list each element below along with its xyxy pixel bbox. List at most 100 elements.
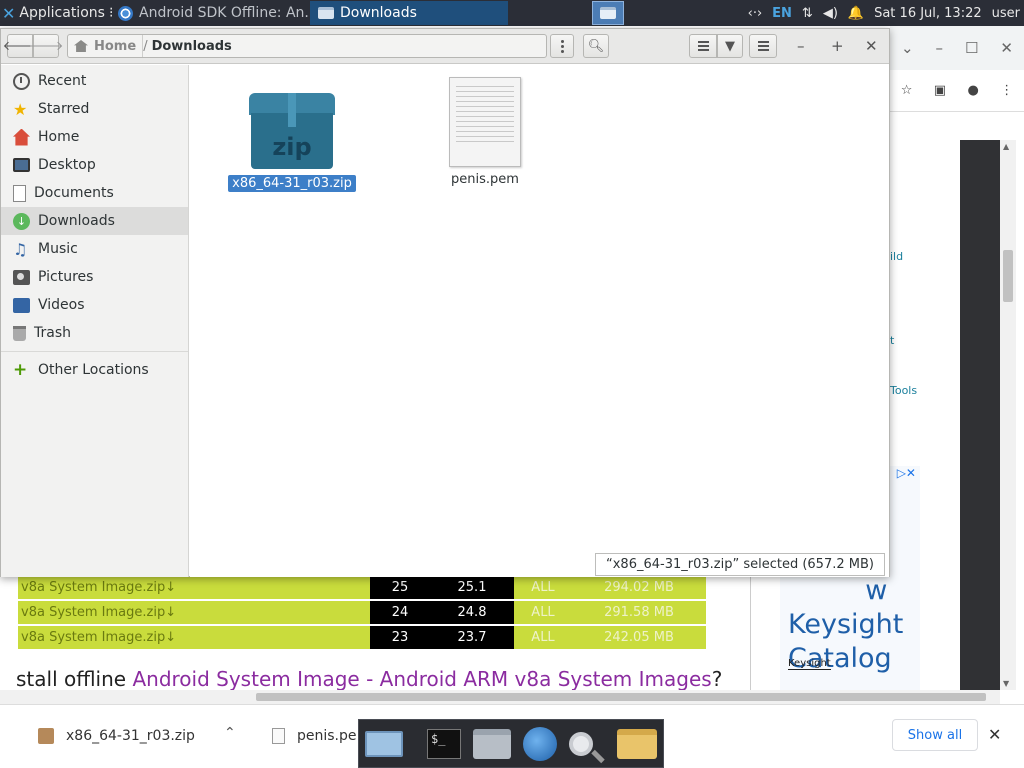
ad-choices-icon[interactable]: ▷✕: [897, 466, 916, 480]
minimize-button[interactable]: –: [797, 37, 805, 55]
show-desktop-button[interactable]: [592, 1, 624, 25]
size: 291.58 MB: [572, 601, 706, 624]
more-menu-icon[interactable]: ⋮: [1000, 83, 1013, 98]
sidebar-item-other-locations[interactable]: + Other Locations: [1, 356, 188, 384]
chevron-down-icon: ▼: [725, 38, 735, 54]
sidebar-item-label: Trash: [34, 325, 71, 341]
browser-toolbar: ☆ ▣ ● ⋮: [890, 70, 1024, 112]
sidebar-item-documents[interactable]: Documents: [1, 179, 188, 207]
sidebar-item-label: Recent: [38, 73, 87, 89]
star-icon[interactable]: ☆: [901, 83, 913, 98]
camera-icon: [13, 269, 30, 285]
film-icon: [13, 297, 30, 313]
dock-file-manager[interactable]: [473, 724, 511, 764]
sidebar-item-videos[interactable]: Videos: [1, 291, 188, 319]
forward-button[interactable]: 🡒: [29, 34, 63, 58]
file-manager-window: 🡐 🡒 Home / Downloads 🔍︎ ▼ – + ✕ Recent ★…: [0, 28, 890, 577]
download-item[interactable]: penis.pe: [272, 719, 357, 753]
profile-icon[interactable]: ●: [968, 83, 979, 98]
scroll-up-icon[interactable]: ▲: [1003, 142, 1009, 151]
taskbar-item-browser[interactable]: Android SDK Offline: An...: [110, 1, 308, 25]
archive-icon: zip: [249, 93, 335, 171]
applications-label: Applications: [19, 5, 105, 21]
network-icon[interactable]: ⇅: [802, 6, 813, 21]
dock-terminal[interactable]: $_: [427, 724, 461, 764]
sidebar-item-starred[interactable]: ★ Starred: [1, 95, 188, 123]
path-menu-button[interactable]: [550, 34, 574, 58]
sidebar-item-pictures[interactable]: Pictures: [1, 263, 188, 291]
sidebar-item-home[interactable]: Home: [1, 123, 188, 151]
sidebar-item-music[interactable]: ♫ Music: [1, 235, 188, 263]
dock-app-finder[interactable]: [569, 724, 593, 764]
code-icon[interactable]: ‹·›: [748, 6, 763, 21]
file-link[interactable]: v8a System Image.zip↓: [18, 626, 370, 649]
volume-icon[interactable]: ◀): [823, 6, 838, 21]
file-icon: [272, 728, 285, 744]
chevron-up-icon[interactable]: ⌃: [224, 725, 236, 741]
taskbar-item-label: Android SDK Offline: An...: [139, 5, 308, 21]
plus-icon: +: [13, 359, 28, 380]
path-home-button[interactable]: Home: [68, 35, 144, 57]
list-view-button[interactable]: [689, 34, 717, 58]
user-menu[interactable]: user: [992, 6, 1020, 21]
path-current-button[interactable]: Downloads: [148, 39, 236, 54]
minimize-icon[interactable]: –: [936, 39, 944, 57]
keyboard-layout[interactable]: EN: [772, 6, 792, 21]
folder-icon: [318, 7, 334, 19]
download-item[interactable]: x86_64-31_r03.zip: [38, 719, 195, 753]
dock-folder[interactable]: [617, 724, 657, 764]
file-view[interactable]: zip x86_64-31_r03.zip penis.pem: [190, 65, 889, 577]
close-icon[interactable]: ✕: [988, 725, 1001, 744]
scrollbar-thumb[interactable]: [1003, 250, 1013, 302]
system-image-link[interactable]: Android System Image - Android ARM v8a S…: [132, 667, 711, 691]
hamburger-icon: [757, 41, 769, 51]
monitor-icon: [365, 730, 403, 757]
clock[interactable]: Sat 16 Jul, 13:22: [874, 6, 982, 21]
maximize-icon[interactable]: ☐: [965, 39, 978, 57]
main-menu-button[interactable]: [749, 34, 777, 58]
arch: ALL: [514, 626, 572, 649]
maximize-button[interactable]: +: [831, 37, 844, 55]
scroll-down-icon[interactable]: ▼: [1003, 679, 1009, 688]
vertical-scrollbar[interactable]: ▲ ▼: [1000, 140, 1016, 690]
api-level: 25: [370, 576, 430, 599]
sidebar-item-trash[interactable]: Trash: [1, 319, 188, 347]
vertical-dots-icon: [560, 39, 564, 53]
applications-menu[interactable]: ✕ Applications ⁝: [0, 0, 119, 26]
terminal-icon: $_: [427, 728, 461, 759]
close-icon[interactable]: ✕: [1000, 39, 1013, 57]
notification-bell-icon[interactable]: 🔔: [848, 6, 864, 21]
table-row: v8a System Image.zip↓ 25 25.1 ALL 294.02…: [18, 576, 706, 599]
file-link[interactable]: v8a System Image.zip↓: [18, 601, 370, 624]
sidebar-fragment[interactable]: ild: [890, 250, 903, 263]
arrow-right-icon: 🡒: [28, 39, 64, 54]
scrollbar-thumb[interactable]: [256, 693, 986, 701]
sidebar-item-label: Documents: [34, 185, 114, 201]
file-name: penis.pem: [451, 172, 519, 187]
sidebar-item-recent[interactable]: Recent: [1, 67, 188, 95]
file-link[interactable]: v8a System Image.zip↓: [18, 576, 370, 599]
chevron-down-icon[interactable]: ⌄: [901, 39, 914, 57]
dock-web-browser[interactable]: [523, 724, 557, 764]
places-sidebar: Recent ★ Starred Home Desktop Documents ↓…: [1, 65, 189, 577]
taskbar-item-downloads[interactable]: Downloads: [310, 1, 508, 25]
browser-window-controls: ⌄ – ☐ ✕: [890, 26, 1024, 70]
dock-show-desktop[interactable]: [365, 724, 403, 764]
sidebar-fragment[interactable]: t: [890, 334, 894, 347]
view-options-button[interactable]: ▼: [717, 34, 743, 58]
sidebar-item-downloads[interactable]: ↓ Downloads: [1, 207, 188, 235]
sidebar-item-desktop[interactable]: Desktop: [1, 151, 188, 179]
sidebar-fragment[interactable]: Tools: [890, 384, 917, 397]
path-bar: Home / Downloads: [67, 34, 547, 58]
file-item[interactable]: penis.pem: [420, 77, 550, 188]
file-item[interactable]: zip x86_64-31_r03.zip: [227, 89, 357, 192]
side-panel-icon[interactable]: ▣: [934, 83, 946, 98]
show-all-button[interactable]: Show all: [892, 719, 978, 751]
horizontal-scrollbar[interactable]: [0, 690, 1000, 704]
close-button[interactable]: ✕: [865, 37, 878, 55]
text-document-icon: [449, 77, 521, 167]
dock: $_: [358, 719, 664, 768]
arch: ALL: [514, 576, 572, 599]
ad-line: w: [865, 575, 888, 606]
search-button[interactable]: 🔍︎: [583, 34, 609, 58]
